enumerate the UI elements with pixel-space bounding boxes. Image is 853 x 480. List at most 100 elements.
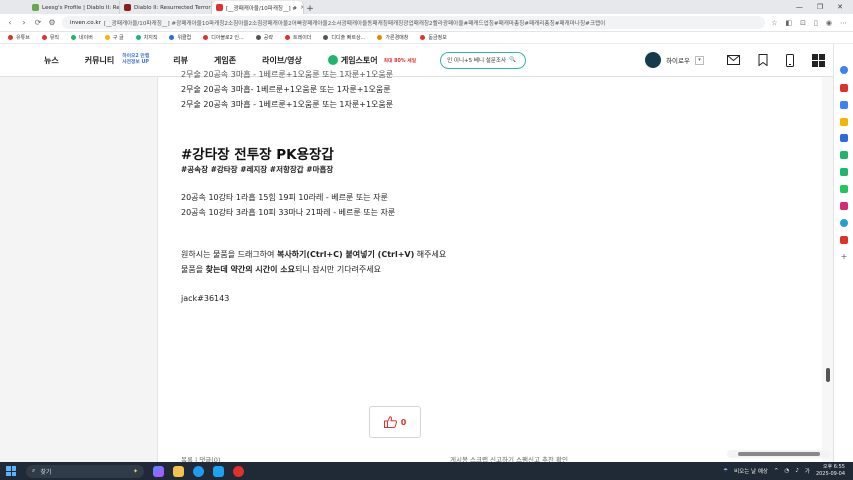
system-tray: ☂ 비오는 날 예상 ^ ◔ ♪ 가 오후 6:55 2025-09-04 — [723, 464, 853, 478]
reload-icon[interactable]: ⟳ — [34, 18, 42, 27]
bookmark-item[interactable]: 치지직 — [135, 34, 158, 41]
bookmark-label: 구 글 — [112, 35, 124, 41]
browser-tab-strip: Leesg's Profile | Diablo II: Resurr×Diab… — [0, 0, 853, 14]
taskbar-twitter-icon[interactable] — [213, 465, 224, 477]
bookmark-item[interactable]: 가른경매창 — [377, 34, 408, 41]
bookmark-item[interactable]: 위클럽 — [169, 34, 191, 41]
sidebar-icon[interactable]: ▯ — [814, 19, 818, 27]
browser-tab[interactable]: Diablo II: Resurrected Terror Zon× — [120, 1, 212, 14]
bookmark-item[interactable]: 유튜브 — [8, 34, 30, 41]
side-tools-icon[interactable] — [840, 134, 848, 142]
menu-news[interactable]: 뉴스 — [44, 55, 59, 66]
mail-icon[interactable] — [727, 55, 740, 65]
bookmark-item[interactable]: 트레이더 — [285, 34, 311, 41]
grid-menu-icon[interactable] — [812, 53, 825, 67]
taskbar-chrome-icon[interactable] — [233, 465, 244, 477]
username[interactable]: 하이로우 — [666, 55, 690, 65]
address-bar-row: ‹ › ⟳ ⚙ inven.co.kr [__광패캐아울/10파캐칭__] #광… — [0, 14, 853, 32]
like-count: 0 — [400, 417, 407, 427]
tab-favicon-icon — [216, 4, 223, 11]
tab-favicon-icon — [32, 4, 39, 11]
chevron-down-icon[interactable]: ▾ — [695, 55, 704, 65]
side-office-icon[interactable] — [840, 118, 848, 126]
minimize-icon[interactable]: — — [796, 3, 803, 11]
bookmark-item[interactable]: 공략 — [255, 34, 273, 41]
url-host: inven.co.kr — [70, 19, 101, 26]
bookmark-label: 뮤직 — [49, 35, 60, 41]
avatar[interactable] — [645, 52, 662, 68]
menu-review[interactable]: 리뷰 — [173, 55, 188, 66]
side-app-icon[interactable] — [840, 151, 848, 159]
side-youtube-icon[interactable] — [840, 236, 848, 244]
clock[interactable]: 오후 6:55 2025-09-04 — [816, 464, 845, 478]
keyboard-icon[interactable]: 가 — [805, 467, 810, 475]
item-list: 20공속 10강타 1라흡 15힘 19피 10라레 - 베르룬 또는 자룬 2… — [181, 190, 801, 220]
main-menu: 뉴스 커뮤니티 하이오2 만랩 사전정보 UP 리뷰 게임존 라이브/영상 게임… — [44, 51, 527, 69]
star-icon[interactable]: ☆ — [771, 19, 777, 27]
horizontal-scrollbar-thumb[interactable] — [738, 452, 820, 456]
bookmark-label: 네이버 — [79, 35, 93, 41]
bookmark-icon[interactable] — [758, 54, 768, 66]
new-tab-button[interactable]: + — [304, 4, 316, 14]
taskbar-search[interactable]: ⌕ 찾기 ✦ — [26, 464, 144, 478]
promo-badge[interactable]: 하이오2 만랩 사전정보 UP — [122, 54, 149, 66]
bookmark-label: 트레이더 — [293, 35, 312, 41]
side-messenger-icon[interactable] — [840, 168, 848, 176]
profile-icon[interactable]: ◉ — [826, 19, 832, 27]
like-button[interactable]: 0 — [369, 406, 421, 438]
side-telegram-icon[interactable] — [840, 219, 848, 227]
menu-gamezone[interactable]: 게임존 — [214, 55, 236, 66]
vertical-scrollbar[interactable] — [822, 77, 833, 462]
bookmark-label: 치지직 — [143, 35, 158, 41]
side-games-icon[interactable] — [840, 101, 848, 109]
site-info-icon[interactable]: ⚙ — [48, 18, 56, 27]
maximize-icon[interactable]: ❐ — [817, 3, 823, 11]
tab-favicon-icon — [124, 4, 131, 11]
windows-start-icon[interactable] — [6, 466, 16, 476]
vertical-scrollbar-thumb[interactable] — [826, 368, 830, 382]
extension-icon[interactable]: ◧ — [786, 19, 793, 27]
menu-community[interactable]: 커뮤니티 — [85, 55, 114, 66]
taskbar-copilot-icon[interactable] — [153, 465, 164, 477]
translate-icon[interactable]: ⊡ — [800, 19, 806, 27]
taskbar-edge-icon[interactable] — [193, 465, 204, 477]
bookmark-item[interactable]: 뮤직 — [41, 34, 60, 41]
menu-live-video[interactable]: 라이브/영상 — [262, 55, 302, 66]
left-gutter — [0, 77, 158, 462]
tray-chevron-icon[interactable]: ^ — [774, 468, 779, 474]
bookmark-favicon-icon — [285, 35, 290, 40]
side-search-icon[interactable] — [840, 66, 848, 74]
bookmark-favicon-icon — [377, 35, 383, 40]
bookmark-item[interactable]: 돋금정보 — [420, 34, 447, 41]
browser-tab[interactable]: Leesg's Profile | Diablo II: Resurr× — [28, 1, 120, 14]
tab-title: Diablo II: Resurrected Terror Zon — [134, 4, 211, 11]
close-icon[interactable]: ✕ — [837, 3, 843, 11]
bookmark-item[interactable]: 구 글 — [104, 34, 124, 41]
mobile-icon[interactable] — [786, 53, 794, 67]
menu-icon[interactable]: ⋯ — [840, 19, 847, 27]
side-instagram-icon[interactable] — [840, 202, 848, 210]
article-line: 20공속 10강타 3라흡 10피 33마나 21파레 - 베르룬 또는 자룬 — [181, 208, 396, 217]
bookmark-item[interactable]: 디아블로2 인... — [203, 34, 244, 41]
side-add-icon[interactable]: + — [840, 253, 848, 261]
bookmark-item[interactable]: 네이버 — [71, 34, 93, 41]
taskbar-explorer-icon[interactable] — [173, 465, 184, 477]
url-input[interactable]: inven.co.kr [__광패캐아울/10파캐칭__] #광패캐아울10파캐… — [62, 16, 766, 29]
bookmark-favicon-icon — [71, 35, 77, 40]
side-shopping-icon[interactable] — [840, 84, 848, 92]
header-search-pill[interactable]: 인 이니+5 베니 설문조사 🔍 — [440, 51, 527, 69]
weather-text[interactable]: 비오는 날 예상 — [734, 467, 768, 475]
network-icon[interactable]: ◔ — [785, 468, 790, 474]
back-icon[interactable]: ‹ — [6, 18, 14, 27]
menu-game-store[interactable]: 게임스토어 최대 80% 세일 — [327, 55, 416, 66]
section-heading: #강타장 전투장 PK용장갑 — [181, 147, 334, 163]
browser-tab[interactable]: [__광패캐아울/10파캐칭__] #× — [212, 1, 304, 14]
user-area: 하이로우 ▾ — [645, 52, 825, 68]
bookmark-favicon-icon — [41, 35, 47, 40]
forward-icon[interactable]: › — [20, 18, 28, 27]
thumbs-up-icon — [383, 416, 397, 428]
volume-icon[interactable]: ♪ — [795, 468, 799, 474]
side-line-icon[interactable] — [840, 185, 848, 193]
section-tags: #공속장 #강타장 #레지장 #저항장갑 #마흡장 — [181, 165, 334, 174]
bookmark-item[interactable]: 디디출 빠르상... — [323, 34, 365, 41]
